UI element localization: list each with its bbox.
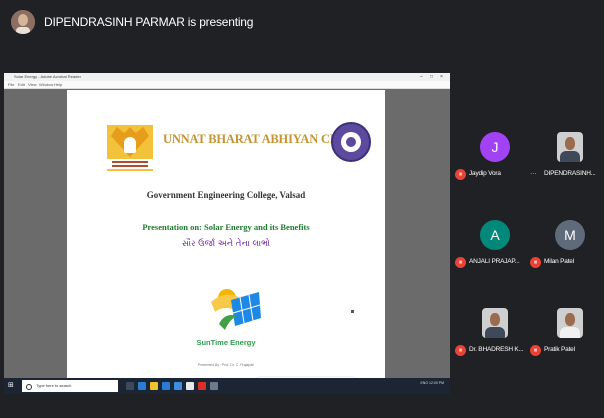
document-page: UNNAT BHARAT ABHIYAN CELL Government Eng… <box>67 90 385 388</box>
participant-tile-milan[interactable]: M ⏸ Milan Patel <box>530 220 604 290</box>
meet-frame: DIPENDRASINH PARMAR is presenting Solar … <box>0 0 604 418</box>
windows-taskbar: ⊞ Type here to search ENG 12:00 PM <box>4 378 450 394</box>
minimize-icon[interactable]: – <box>420 73 423 81</box>
participant-avatar: M <box>555 220 585 250</box>
presentation-title: Presentation on: Solar Energy and its Be… <box>142 222 310 232</box>
participant-avatar: J <box>480 132 510 162</box>
mic-muted-icon: ⏸ <box>530 257 541 268</box>
presenter-avatar <box>11 10 35 34</box>
participant-name: DIPENDRASINH... <box>544 170 596 177</box>
store-icon[interactable] <box>162 382 170 390</box>
app-icon[interactable] <box>210 382 218 390</box>
window-title: Solar Energy - Adobe Acrobat Reader <box>14 74 81 79</box>
suntime-label: SunTime Energy <box>196 338 256 347</box>
participant-avatar: A <box>480 220 510 250</box>
file-explorer-icon[interactable] <box>150 382 158 390</box>
shared-screen-window: Solar Energy - Adobe Acrobat Reader – □ … <box>4 73 450 394</box>
participant-tile-anjali[interactable]: A ⏸ ANJALI PRAJAP... <box>455 220 535 290</box>
presenter-bar: DIPENDRASINH PARMAR is presenting <box>0 0 604 44</box>
close-icon[interactable]: × <box>440 73 443 81</box>
document-footer: Presented By : Prof. Dr. C. Prajapati <box>197 363 255 367</box>
presenter-avatar-image <box>11 10 35 34</box>
participant-photo <box>557 308 583 338</box>
college-name: Government Engineering College, Valsad <box>146 190 306 200</box>
mic-muted-icon: ⏸ <box>455 345 466 356</box>
menu-help[interactable]: Help <box>54 81 62 88</box>
mail-icon[interactable] <box>174 382 182 390</box>
participant-tile-dipendrasinh[interactable]: ··· DIPENDRASINH... <box>530 132 604 202</box>
taskbar-search-input[interactable]: Type here to search <box>22 380 118 392</box>
edge-icon[interactable] <box>138 382 146 390</box>
mic-muted-icon: ⏸ <box>530 345 541 356</box>
gujarati-subtitle: સૌર ઉર્જા અને તેના લાભો <box>182 239 270 249</box>
participant-name: Dr. BHADRESH K... <box>469 346 524 353</box>
mic-muted-icon: ⏸ <box>455 257 466 268</box>
task-view-icon[interactable] <box>126 382 134 390</box>
participant-name: Pratik Patel <box>544 346 575 353</box>
unnat-bharat-logo <box>107 125 153 171</box>
menu-window[interactable]: Window <box>39 81 53 88</box>
menu-view[interactable]: View <box>28 81 37 88</box>
mic-muted-icon: ⏸ <box>455 169 466 180</box>
window-titlebar: Solar Energy - Adobe Acrobat Reader – □ … <box>4 73 450 81</box>
document-header: UNNAT BHARAT ABHIYAN CELL <box>163 132 355 146</box>
menu-edit[interactable]: Edit <box>18 81 25 88</box>
suntime-logo <box>205 278 265 338</box>
windows-start-icon[interactable]: ⊞ <box>8 382 15 389</box>
participant-name: Milan Patel <box>544 258 574 265</box>
participant-photo <box>557 132 583 162</box>
participant-photo <box>482 308 508 338</box>
acrobat-icon[interactable] <box>198 382 206 390</box>
window-menubar: File Edit View Window Help <box>4 81 450 89</box>
participant-tile-jaydip[interactable]: J ⏸ Jaydip Vora <box>455 132 535 202</box>
participant-tile-pratik[interactable]: ⏸ Pratik Patel <box>530 308 604 378</box>
menu-file[interactable]: File <box>8 81 14 88</box>
mouse-cursor <box>351 310 354 313</box>
more-options-icon[interactable]: ··· <box>530 170 537 177</box>
presenter-banner-text: DIPENDRASINH PARMAR is presenting <box>44 15 254 29</box>
maximize-icon[interactable]: □ <box>430 73 433 81</box>
chrome-icon[interactable] <box>186 382 194 390</box>
system-tray-clock[interactable]: ENG 12:00 PM <box>420 381 444 385</box>
participant-name: ANJALI PRAJAP... <box>469 258 520 265</box>
participant-name: Jaydip Vora <box>469 170 501 177</box>
search-icon <box>26 384 32 390</box>
participant-tile-bhadresh[interactable]: ⏸ Dr. BHADRESH K... <box>455 308 535 378</box>
college-emblem <box>331 122 371 162</box>
